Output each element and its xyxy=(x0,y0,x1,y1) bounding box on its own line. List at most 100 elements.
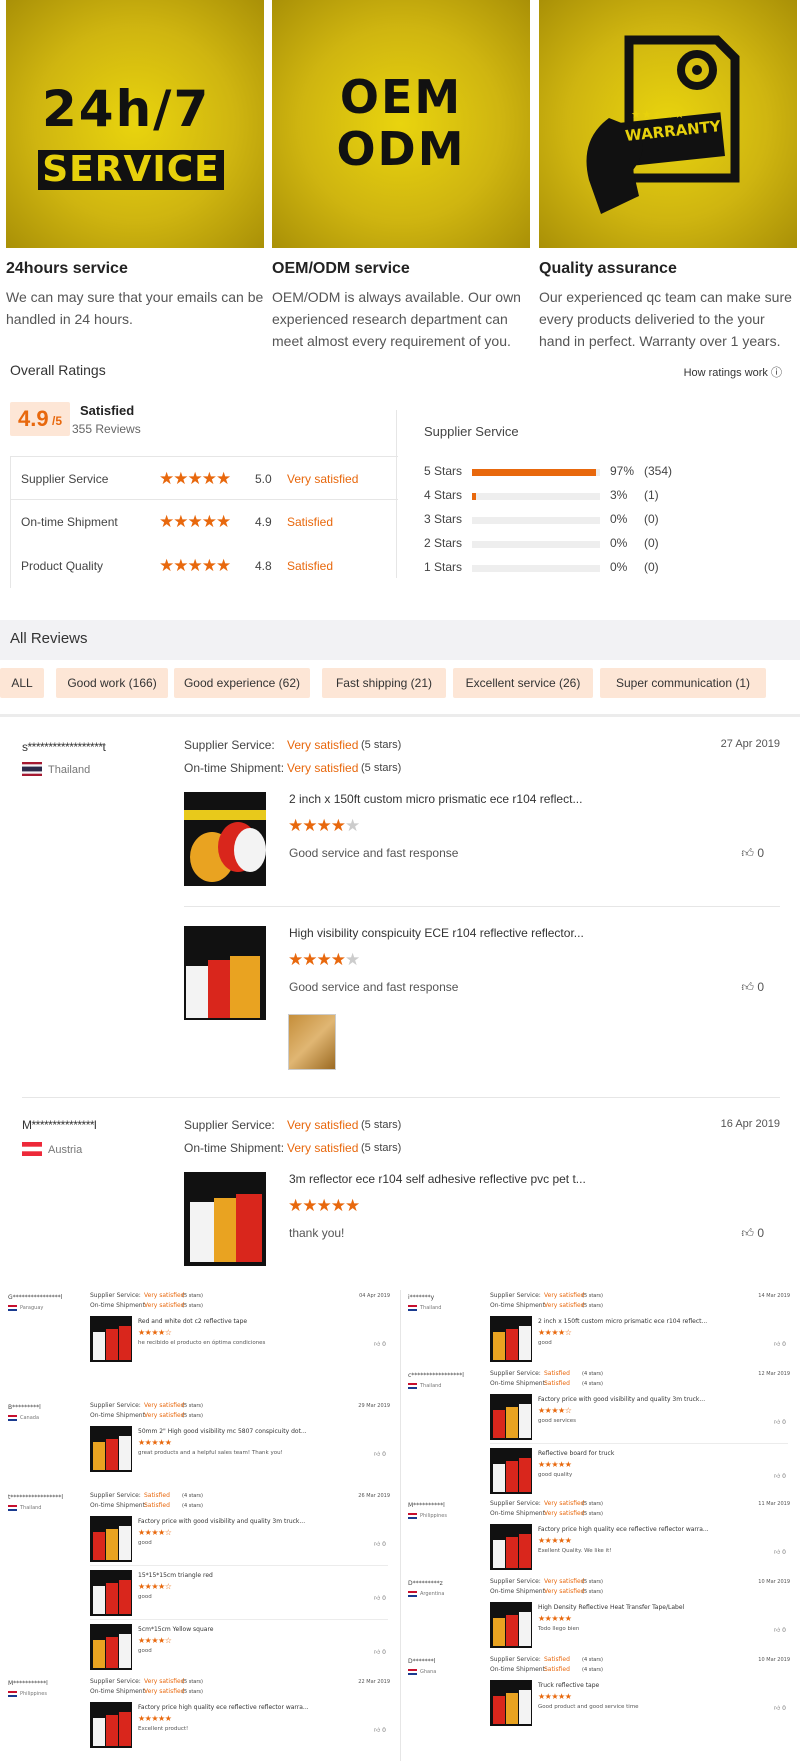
product-title[interactable]: 2 inch x 150ft custom micro prismatic ec… xyxy=(538,1318,707,1325)
divider xyxy=(90,1619,388,1620)
distribution-count: (0) xyxy=(644,536,659,550)
star-distribution-row[interactable]: 5 Stars 97% (354) xyxy=(424,464,784,488)
supplier-service-label: Supplier Service: xyxy=(184,738,275,752)
like-button[interactable]: 👍︎ 0 xyxy=(374,1648,386,1656)
shipment-stars: (5 stars) xyxy=(582,1303,603,1309)
distribution-bar xyxy=(472,517,600,524)
product-image[interactable] xyxy=(490,1524,532,1570)
like-button[interactable]: 👍︎ 0 xyxy=(374,1726,386,1734)
star-distribution-row[interactable]: 3 Stars 0% (0) xyxy=(424,512,784,536)
product-image[interactable] xyxy=(490,1680,532,1726)
shipment-value: Very satisfied xyxy=(544,1302,585,1309)
shipment-value: Very satisfied xyxy=(287,1141,359,1155)
like-button[interactable]: 👍︎ 0 xyxy=(374,1594,386,1602)
like-button[interactable]: 👍︎ 0 xyxy=(374,1340,386,1348)
shipment-label: On-time Shipment: xyxy=(490,1302,547,1309)
review-count: 355 Reviews xyxy=(72,422,141,436)
product-title[interactable]: Red and white dot c2 reflective tape xyxy=(138,1318,247,1325)
product-image[interactable] xyxy=(184,926,266,1020)
filter-tag-super-communication[interactable]: Super communication (1) xyxy=(600,668,766,698)
rating-label: Supplier Service xyxy=(21,472,109,486)
star-distribution-row[interactable]: 1 Stars 0% (0) xyxy=(424,560,784,584)
like-button[interactable]: 👍︎ 0 xyxy=(741,846,764,861)
product-title[interactable]: 5cm*15cm Yellow square xyxy=(138,1626,213,1633)
distribution-bar-fill xyxy=(472,469,597,476)
star-distribution-row[interactable]: 2 Stars 0% (0) xyxy=(424,536,784,560)
austria-flag-icon xyxy=(22,1142,42,1156)
product-image[interactable] xyxy=(90,1426,132,1472)
divider xyxy=(490,1443,788,1444)
tape-stripe xyxy=(106,1583,118,1614)
rating-row-shipment[interactable]: On-time Shipment ★★★★★ 4.9 Satisfied xyxy=(10,500,398,544)
product-image[interactable] xyxy=(90,1516,132,1562)
review-photo[interactable] xyxy=(288,1014,336,1070)
divider xyxy=(90,1565,388,1566)
tape-stripe xyxy=(519,1458,531,1492)
shipment-label: On-time Shipment: xyxy=(90,1688,147,1695)
warranty-stars-art: ★★★★★ xyxy=(631,109,686,121)
like-button[interactable]: 👍︎ 0 xyxy=(774,1340,786,1348)
like-button[interactable]: 👍︎ 0 xyxy=(374,1450,386,1458)
rating-stars: ★★★★★ xyxy=(159,512,231,531)
reviewer-name: t*****************l xyxy=(8,1494,64,1501)
product-title[interactable]: Truck reflective tape xyxy=(538,1682,599,1689)
like-button[interactable]: 👍︎ 0 xyxy=(774,1548,786,1556)
supplier-service-label: Supplier Service: xyxy=(490,1578,541,1585)
product-image[interactable] xyxy=(90,1316,132,1362)
product-title[interactable]: Factory price high quality ece reflectiv… xyxy=(138,1704,309,1711)
filter-tag-all[interactable]: ALL xyxy=(0,668,44,698)
how-ratings-work-link[interactable]: How ratings work ⓘ xyxy=(684,364,782,380)
product-title[interactable]: Factory price with good visibility and q… xyxy=(138,1518,305,1525)
product-image[interactable] xyxy=(90,1702,132,1748)
filter-tag-fast-shipping[interactable]: Fast shipping (21) xyxy=(322,668,446,698)
supplier-service-stars: (5 stars) xyxy=(182,1403,203,1409)
product-image[interactable] xyxy=(90,1570,132,1616)
reviewer-name: D*******l xyxy=(408,1658,436,1665)
product-title[interactable]: 15*15*15cm triangle red xyxy=(138,1572,213,1579)
like-button[interactable]: 👍︎ 0 xyxy=(741,1226,764,1241)
how-ratings-label: How ratings work xyxy=(683,367,768,379)
like-button[interactable]: 👍︎ 0 xyxy=(741,980,764,995)
review-date: 10 Mar 2019 xyxy=(758,1657,790,1663)
product-title[interactable]: 2 inch x 150ft custom micro prismatic ec… xyxy=(289,792,582,806)
product-image[interactable] xyxy=(490,1394,532,1440)
product-image[interactable] xyxy=(184,792,266,886)
review-date: 11 Mar 2019 xyxy=(758,1501,790,1507)
rating-row-quality[interactable]: Product Quality ★★★★★ 4.8 Satisfied xyxy=(10,544,398,588)
like-button[interactable]: 👍︎ 0 xyxy=(774,1472,786,1480)
review-comment: great products and a helpful sales team!… xyxy=(138,1450,283,1456)
thailand-flag-icon xyxy=(22,762,42,776)
product-title[interactable]: Factory price with good visibility and q… xyxy=(538,1396,705,1403)
product-title[interactable]: 3m reflector ece r104 self adhesive refl… xyxy=(289,1172,586,1186)
product-title[interactable]: Factory price high quality ece reflectiv… xyxy=(538,1526,709,1533)
distribution-percent: 0% xyxy=(610,536,628,550)
like-count: 0 xyxy=(757,980,764,994)
rating-row-supplier[interactable]: Supplier Service ★★★★★ 5.0 Very satisfie… xyxy=(10,456,398,500)
shipment-value: Satisfied xyxy=(544,1380,570,1387)
product-title[interactable]: High visibility conspicuity ECE r104 ref… xyxy=(289,926,584,940)
like-button[interactable]: 👍︎ 0 xyxy=(774,1626,786,1634)
product-title[interactable]: High Density Reflective Heat Transfer Ta… xyxy=(538,1604,684,1611)
product-image[interactable] xyxy=(490,1448,532,1494)
product-title[interactable]: Reflective board for truck xyxy=(538,1450,614,1457)
rating-word: Satisfied xyxy=(287,559,334,573)
product-image[interactable] xyxy=(490,1316,532,1362)
product-image[interactable] xyxy=(490,1602,532,1648)
product-title[interactable]: 50mm 2" High good visibility mc 5807 con… xyxy=(138,1428,307,1435)
like-button[interactable]: 👍︎ 0 xyxy=(774,1418,786,1426)
product-image[interactable] xyxy=(184,1172,266,1266)
distribution-percent: 0% xyxy=(610,560,628,574)
filter-tag-excellent-service[interactable]: Excellent service (26) xyxy=(453,668,593,698)
country-flag-icon xyxy=(8,1505,17,1511)
product-image[interactable] xyxy=(90,1624,132,1670)
tape-stripe xyxy=(119,1712,131,1746)
service-description: Our experienced qc team can make sure ev… xyxy=(539,289,792,349)
filter-tag-good-experience[interactable]: Good experience (62) xyxy=(174,668,310,698)
distribution-count: (1) xyxy=(644,488,659,502)
reviewer-country: Thailand xyxy=(420,1383,442,1389)
like-button[interactable]: 👍︎ 0 xyxy=(774,1704,786,1712)
like-button[interactable]: 👍︎ 0 xyxy=(374,1540,386,1548)
all-reviews-heading: All Reviews xyxy=(10,630,88,647)
filter-tag-good-work[interactable]: Good work (166) xyxy=(56,668,168,698)
star-distribution-row[interactable]: 4 Stars 3% (1) xyxy=(424,488,784,512)
